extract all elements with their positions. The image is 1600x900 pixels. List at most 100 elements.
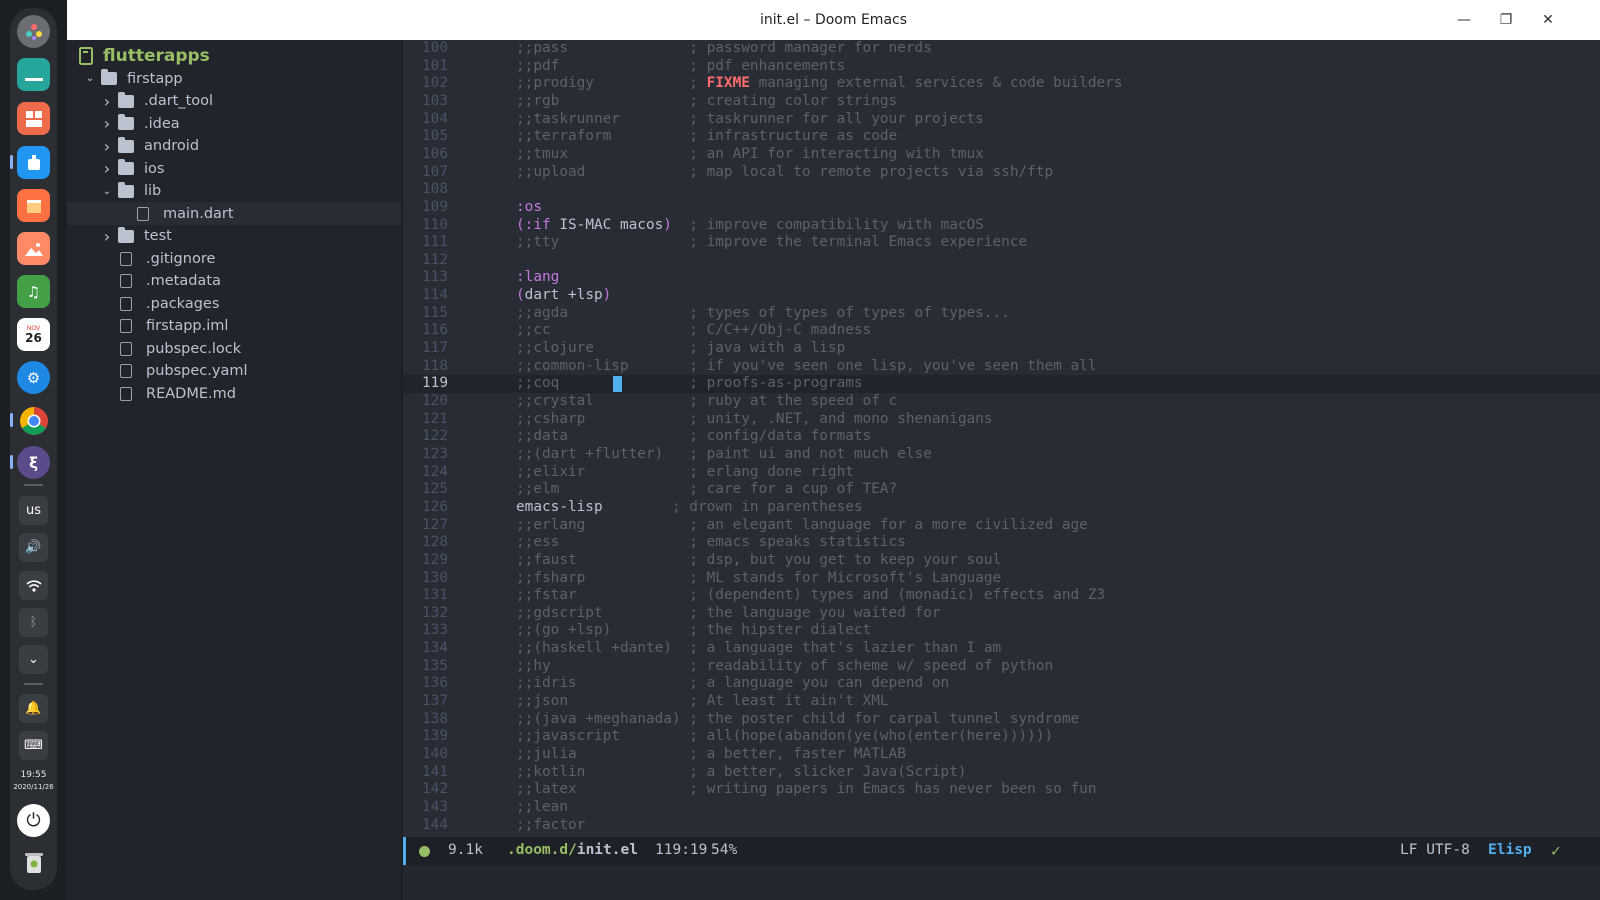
code-line[interactable]: 142 ;;latex ; writing papers in Emacs has… [403, 781, 1600, 799]
code-line[interactable]: 125 ;;elm ; care for a cup of TEA? [403, 481, 1600, 499]
tree-folder-test[interactable]: › test [67, 225, 401, 248]
store-app-icon[interactable] [17, 146, 50, 179]
minimize-button[interactable]: — [1454, 10, 1474, 30]
code-line[interactable]: 117 ;;clojure ; java with a lisp [403, 340, 1600, 358]
code-line[interactable]: 100 ;;pass ; password manager for nerds [403, 40, 1600, 58]
tree-file-README-md[interactable]: README.md [67, 382, 401, 405]
code-line[interactable]: 122 ;;data ; config/data formats [403, 428, 1600, 446]
trash-icon[interactable] [17, 846, 50, 879]
code-line[interactable]: 135 ;;hy ; readability of scheme w/ speed… [403, 658, 1600, 676]
clock-date[interactable]: 2020/11/26 [10, 782, 57, 792]
chevron-right-icon[interactable]: › [100, 159, 114, 178]
eol-encoding[interactable]: LF UTF-8 [1400, 842, 1470, 858]
code-line[interactable]: 102 ;;prodigy ; FIXME managing external s… [403, 75, 1600, 93]
code-line[interactable]: 105 ;;terraform ; infrastructure as code [403, 128, 1600, 146]
launcher-icon[interactable] [17, 15, 50, 48]
code-line[interactable]: 113:lang [403, 269, 1600, 287]
chevron-down-icon[interactable]: ⌄ [19, 645, 48, 674]
chevron-down-icon[interactable]: ⌄ [83, 73, 97, 84]
tree-folder-lib[interactable]: ⌄ lib [67, 180, 401, 203]
code-line[interactable]: 134 ;;(haskell +dante) ; a language that'… [403, 640, 1600, 658]
code-line[interactable]: 136 ;;idris ; a language you can depend o… [403, 675, 1600, 693]
title-bar[interactable]: init.el – Doom Emacs — ❐ ✕ [67, 0, 1600, 40]
code-line[interactable]: 118 ;;common-lisp ; if you've seen one li… [403, 358, 1600, 376]
tree-folder-android[interactable]: › android [67, 135, 401, 158]
buffer-path[interactable]: .doom.d/init.el [507, 842, 638, 858]
code-line[interactable]: 115 ;;agda ; types of types of types of t… [403, 305, 1600, 323]
code-line[interactable]: 140 ;;julia ; a better, faster MATLAB [403, 746, 1600, 764]
code-line[interactable]: 132 ;;gdscript ; the language you waited … [403, 605, 1600, 623]
chevron-right-icon[interactable]: › [100, 92, 114, 111]
code-line[interactable]: 110 (:if IS-MAC macos) ; improve compatib… [403, 217, 1600, 235]
music-player-icon[interactable]: ♫ [17, 275, 50, 308]
current-code-line[interactable]: 119 ;;coq ; proofs-as-programs [403, 375, 1600, 393]
code-line[interactable]: 104 ;;taskrunner ; taskrunner for all you… [403, 111, 1600, 129]
tree-file-main-dart[interactable]: main.dart [67, 202, 401, 225]
volume-icon[interactable]: 🔊 [19, 533, 48, 562]
tree-folder-idea[interactable]: › .idea [67, 112, 401, 135]
code-line[interactable]: 141 ;;kotlin ; a better, slicker Java(Scr… [403, 764, 1600, 782]
chevron-right-icon[interactable]: › [100, 114, 114, 133]
chevron-down-icon[interactable]: ⌄ [100, 186, 114, 197]
code-line[interactable]: 127 ;;erlang ; an elegant language for a … [403, 517, 1600, 535]
image-viewer-icon[interactable] [17, 232, 50, 265]
tree-folder-firstapp[interactable]: ⌄ firstapp [67, 67, 401, 90]
bluetooth-icon[interactable]: ᛒ [19, 608, 48, 637]
chevron-right-icon[interactable]: › [100, 227, 114, 246]
keyboard-icon[interactable]: ⌨ [19, 731, 48, 760]
tree-file-firstapp-iml[interactable]: firstapp.iml [67, 315, 401, 338]
calendar-app-icon[interactable]: NOV 26 [17, 318, 50, 351]
code-line[interactable]: 138 ;;(java +meghanada) ; the poster chil… [403, 711, 1600, 729]
major-mode[interactable]: Elisp [1488, 842, 1532, 858]
code-line[interactable]: 123 ;;(dart +flutter) ; paint ui and not … [403, 446, 1600, 464]
code-line[interactable]: 108 [403, 181, 1600, 199]
tree-file-pubspec-lock[interactable]: pubspec.lock [67, 337, 401, 360]
code-line[interactable]: 116 ;;cc ; C/C++/Obj-C madness [403, 322, 1600, 340]
code-line[interactable]: 144 ;;factor [403, 817, 1600, 835]
code-line[interactable]: 107 ;;upload ; map local to remote projec… [403, 164, 1600, 182]
code-line[interactable]: 143 ;;lean [403, 799, 1600, 817]
code-line[interactable]: 124 ;;elixir ; erlang done right [403, 464, 1600, 482]
keyboard-layout-indicator[interactable]: us [19, 496, 48, 525]
code-line[interactable]: 101 ;;pdf ; pdf enhancements [403, 58, 1600, 76]
code-line[interactable]: 139 ;;javascript ; all(hope(abandon(ye(wh… [403, 728, 1600, 746]
chevron-right-icon[interactable]: › [100, 137, 114, 156]
code-line[interactable]: 130 ;;fsharp ; ML stands for Microsoft's … [403, 570, 1600, 588]
minibuffer[interactable] [403, 865, 1600, 900]
code-line[interactable]: 137 ;;json ; At least it ain't XML [403, 693, 1600, 711]
tree-folder-dart_tool[interactable]: › .dart_tool [67, 90, 401, 113]
code-line[interactable]: 128 ;;ess ; emacs speaks statistics [403, 534, 1600, 552]
tree-file-metadata[interactable]: .metadata [67, 270, 401, 293]
close-button[interactable]: ✕ [1538, 10, 1558, 30]
tree-file-packages[interactable]: .packages [67, 292, 401, 315]
code-line[interactable]: 106 ;;tmux ; an API for interacting with … [403, 146, 1600, 164]
wifi-icon[interactable] [19, 571, 48, 600]
code-line[interactable]: 131 ;;fstar ; (dependent) types and (mona… [403, 587, 1600, 605]
code-line[interactable]: 109:os [403, 199, 1600, 217]
power-icon[interactable]: ⏻ [17, 804, 50, 837]
code-line[interactable]: 133 ;;(go +lsp) ; the hipster dialect [403, 622, 1600, 640]
code-line[interactable]: 121 ;;csharp ; unity, .NET, and mono shen… [403, 411, 1600, 429]
notification-bell-icon[interactable]: 🔔 [19, 694, 48, 723]
code-line[interactable]: 103 ;;rgb ; creating color strings [403, 93, 1600, 111]
clock-time[interactable]: 19:55 [10, 770, 57, 780]
emacs-app-icon[interactable]: ξ [17, 446, 50, 479]
settings-gear-icon[interactable]: ⚙ [17, 361, 50, 394]
code-editor[interactable]: 100 ;;pass ; password manager for nerds 10… [403, 40, 1600, 837]
project-header[interactable]: flutterapps [79, 42, 210, 70]
code-line[interactable]: 120 ;;crystal ; ruby at the speed of c [403, 393, 1600, 411]
code-line[interactable]: 111 ;;tty ; improve the terminal Emacs ex… [403, 234, 1600, 252]
code-line[interactable]: 126 emacs-lisp ; drown in parentheses [403, 499, 1600, 517]
check-icon[interactable]: ✓ [1551, 841, 1561, 860]
software-center-icon[interactable] [17, 102, 50, 135]
tree-file-gitignore[interactable]: .gitignore [67, 247, 401, 270]
terminal-app-icon[interactable] [17, 58, 50, 91]
archive-app-icon[interactable] [17, 189, 50, 222]
code-line[interactable]: 129 ;;faust ; dsp, but you get to keep yo… [403, 552, 1600, 570]
chrome-browser-icon[interactable] [17, 404, 50, 437]
restore-button[interactable]: ❐ [1496, 10, 1516, 30]
tree-folder-ios[interactable]: › ios [67, 157, 401, 180]
code-line[interactable]: 112 [403, 252, 1600, 270]
tree-file-pubspec-yaml[interactable]: pubspec.yaml [67, 360, 401, 383]
code-line[interactable]: 114 (dart +lsp) [403, 287, 1600, 305]
